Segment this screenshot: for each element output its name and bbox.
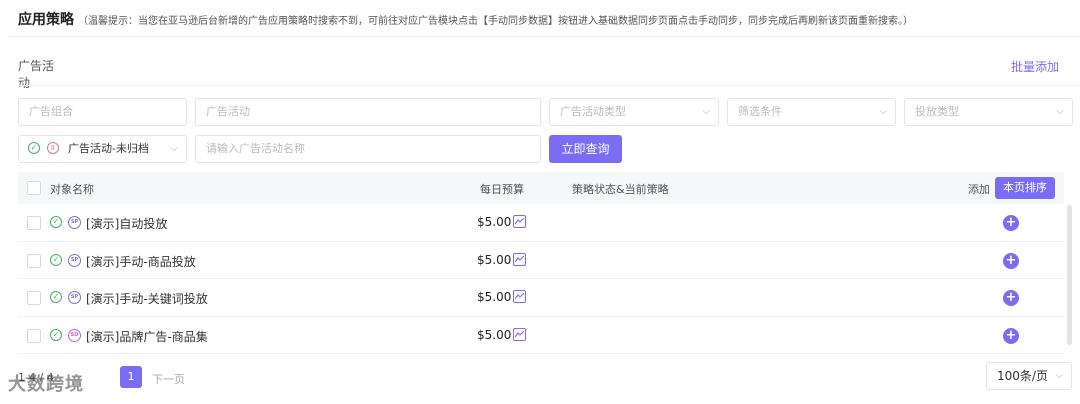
add-strategy-button[interactable]: +	[1003, 290, 1019, 306]
campaign-name: [演示]品牌广告-商品集	[86, 329, 208, 344]
hint-text: （温馨提示：当您在亚马逊后台新增的广告应用策略时搜索不到，可前往对应广告模块点击…	[78, 16, 913, 27]
delivery-type-select[interactable]: 投放类型 ⌵	[904, 98, 1073, 126]
column-header-name: 对象名称	[50, 183, 94, 196]
sp-type-icon: SP	[68, 216, 81, 229]
add-strategy-button[interactable]: +	[1003, 252, 1019, 269]
campaign-type-select[interactable]: 广告活动类型 ⌵	[549, 98, 719, 126]
column-header-status: 策略状态&当前策略	[572, 183, 669, 196]
filter-condition-placeholder: 筛选条件	[738, 105, 782, 118]
enabled-check-icon: ✓	[28, 142, 40, 154]
campaign-name-search-input[interactable]: 请输入广告活动名称	[195, 135, 541, 163]
sp-type-icon: SP	[68, 253, 81, 267]
campaign-type-placeholder: 广告活动类型	[560, 105, 626, 118]
enabled-check-icon: ✓	[50, 291, 62, 303]
table-row: ✓ SD [演示]品牌广告-商品集 $5.00 +	[18, 317, 1064, 354]
row-checkbox[interactable]	[27, 253, 41, 268]
chevron-down-icon: ⌵	[1056, 106, 1064, 117]
daily-budget: $5.00	[477, 327, 512, 342]
trend-chart-icon[interactable]	[513, 327, 526, 341]
tab-divider	[18, 85, 1080, 86]
tab-campaigns[interactable]: 广告活动	[18, 57, 64, 102]
page-size-value: 100条/页	[997, 369, 1048, 383]
enabled-check-icon: ✓	[50, 328, 62, 341]
paused-icon: ॥	[46, 142, 59, 154]
sp-type-icon: SP	[68, 291, 81, 304]
tab-bar: 广告活动	[18, 57, 64, 102]
trend-chart-icon[interactable]	[513, 252, 526, 266]
campaign-name: [演示]自动投放	[86, 217, 168, 231]
chevron-down-icon: ⌵	[170, 143, 178, 154]
campaign-name: [演示]手动-关键词投放	[86, 292, 208, 306]
page-title: 应用策略	[18, 12, 74, 28]
page-header: 应用策略 （温馨提示：当您在亚马逊后台新增的广告应用策略时搜索不到，可前往对应广…	[18, 9, 1070, 29]
add-strategy-button[interactable]: +	[1003, 215, 1019, 231]
ad-group-input[interactable]: 广告组合	[18, 98, 187, 126]
campaign-status-select[interactable]: ✓ ॥ 广告活动-未归档 ⌵	[18, 135, 187, 163]
add-strategy-button[interactable]: +	[1003, 327, 1019, 344]
filter-condition-select[interactable]: 筛选条件 ⌵	[727, 98, 896, 126]
select-all-checkbox[interactable]	[27, 181, 41, 195]
page-number-current[interactable]: 1	[120, 366, 142, 388]
delivery-type-placeholder: 投放类型	[915, 105, 959, 118]
table-row: ✓ SP [演示]手动-商品投放 $5.00 +	[18, 242, 1064, 279]
daily-budget: $5.00	[477, 252, 512, 267]
query-button[interactable]: 立即查询	[549, 135, 622, 163]
chevron-down-icon: ⌵	[702, 106, 710, 117]
page-sort-button[interactable]: 本页排序	[995, 177, 1055, 199]
status-select-value: 广告活动-未归档	[68, 142, 149, 155]
campaign-input[interactable]: 广告活动	[195, 98, 541, 126]
batch-add-link[interactable]: 批量添加	[1011, 58, 1059, 75]
watermark-logo: 大数跨境	[8, 374, 84, 395]
row-checkbox[interactable]	[27, 216, 41, 230]
chevron-down-icon: ⌵	[879, 106, 887, 117]
campaign-name: [演示]手动-商品投放	[86, 254, 196, 269]
table-header: 对象名称 每日预算 策略状态&当前策略 添加 本页排序	[18, 172, 1064, 204]
enabled-check-icon: ✓	[50, 216, 62, 228]
campaign-table: 对象名称 每日预算 策略状态&当前策略 添加 本页排序 ✓ SP [演示]自动投…	[18, 172, 1064, 354]
daily-budget: $5.00	[477, 215, 512, 229]
page-size-select[interactable]: 100条/页 ⌵	[986, 362, 1072, 390]
table-row: ✓ SP [演示]手动-关键词投放 $5.00 +	[18, 279, 1064, 317]
trend-chart-icon[interactable]	[513, 290, 526, 303]
row-checkbox[interactable]	[27, 328, 41, 343]
chevron-down-icon: ⌵	[1055, 370, 1063, 381]
daily-budget: $5.00	[477, 290, 512, 304]
table-row: ✓ SP [演示]自动投放 $5.00 +	[18, 204, 1064, 242]
column-header-budget: 每日预算	[480, 183, 524, 196]
next-page-button[interactable]: 下一页	[152, 371, 185, 387]
enabled-check-icon: ✓	[50, 253, 62, 266]
column-header-add: 添加	[968, 183, 990, 196]
sd-type-icon: SD	[68, 328, 81, 342]
table-scrollbar[interactable]	[1067, 205, 1072, 345]
row-checkbox[interactable]	[27, 291, 41, 305]
trend-chart-icon[interactable]	[513, 215, 526, 228]
